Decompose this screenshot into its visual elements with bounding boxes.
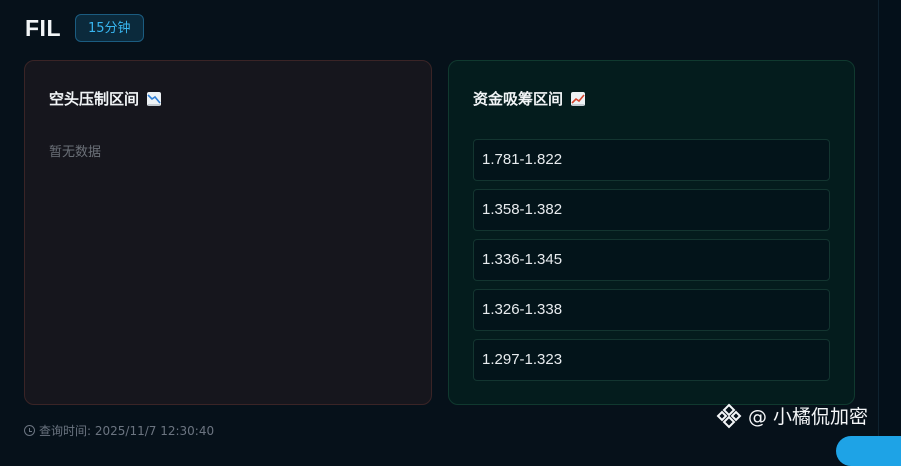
short-pressure-panel: 空头压制区间 暂无数据 (24, 60, 432, 405)
short-panel-title-text: 空头压制区间 (49, 90, 140, 108)
zone-item[interactable]: 1.336-1.345 (473, 239, 830, 281)
chart-decreasing-icon (147, 91, 162, 106)
long-panel-title: 资金吸筹区间 (473, 88, 586, 109)
right-scroll-strip (878, 0, 901, 444)
query-time-footer: 查询时间: 2025/11/7 12:30:40 (24, 422, 214, 439)
zone-item[interactable]: 1.297-1.323 (473, 339, 830, 381)
chart-increasing-icon (571, 91, 586, 106)
header: FIL 15分钟 (25, 12, 144, 44)
symbol-title: FIL (25, 14, 61, 41)
watermark: @ 小橘侃加密 (716, 402, 868, 429)
watermark-text: @ 小橘侃加密 (748, 406, 869, 428)
empty-state-text: 暂无数据 (49, 145, 102, 160)
query-time-text: 查询时间: 2025/11/7 12:30:40 (39, 424, 215, 438)
zone-item[interactable]: 1.781-1.822 (473, 139, 830, 181)
binance-logo-icon (716, 403, 742, 428)
floating-action-button[interactable] (836, 436, 901, 466)
zone-item[interactable]: 1.358-1.382 (473, 189, 830, 231)
short-panel-title: 空头压制区间 (49, 88, 162, 109)
accumulation-panel: 资金吸筹区间 1.781-1.822 1.358-1.382 1.336-1.3… (448, 60, 855, 405)
timeframe-badge[interactable]: 15分钟 (75, 14, 144, 42)
zone-list: 1.781-1.822 1.358-1.382 1.336-1.345 1.32… (473, 139, 830, 389)
long-panel-title-text: 资金吸筹区间 (473, 90, 564, 108)
zone-item[interactable]: 1.326-1.338 (473, 289, 830, 331)
clock-icon (24, 425, 35, 436)
